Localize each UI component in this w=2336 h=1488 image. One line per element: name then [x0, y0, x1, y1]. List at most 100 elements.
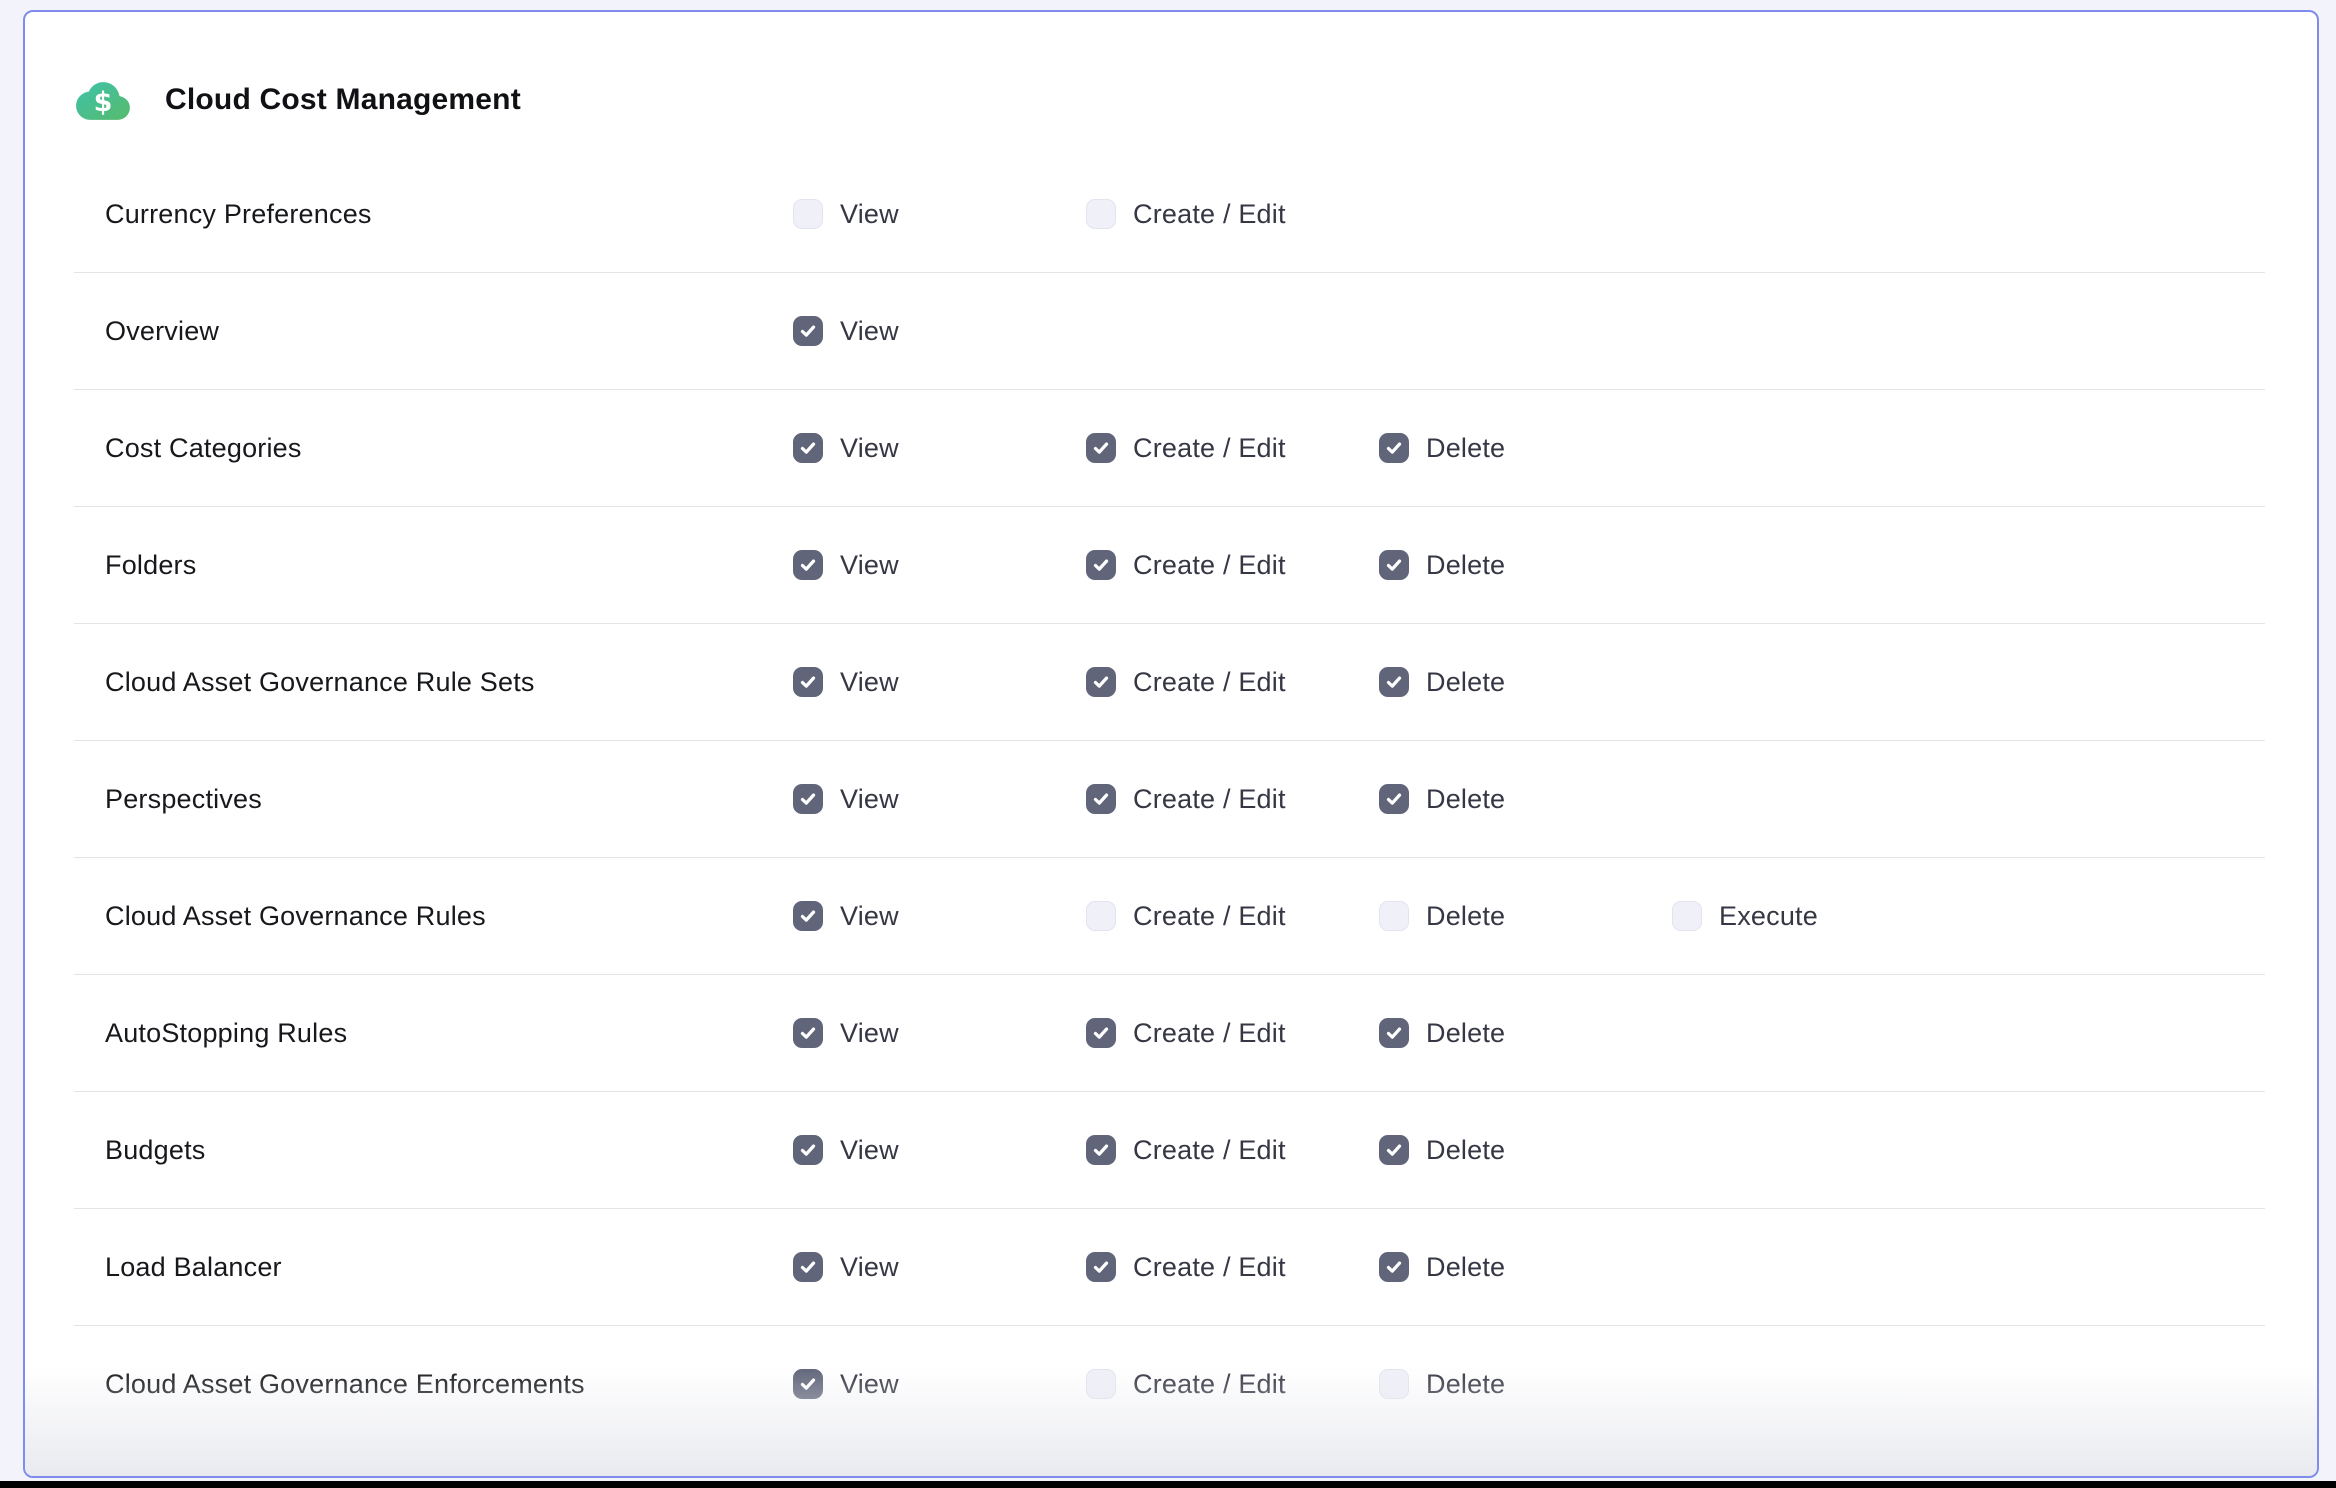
view-checkbox[interactable]: [793, 433, 823, 463]
create-edit-checkbox[interactable]: [1086, 784, 1116, 814]
view-checkbox[interactable]: [793, 199, 823, 229]
permission-label[interactable]: Create / Edit: [1133, 433, 1286, 464]
permissions-card: $ Cloud Cost Management Currency Prefere…: [23, 10, 2319, 1478]
check-icon: [798, 321, 818, 341]
resource-label: Cloud Asset Governance Rule Sets: [74, 667, 793, 698]
delete-checkbox[interactable]: [1379, 1018, 1409, 1048]
view-checkbox[interactable]: [793, 784, 823, 814]
create-edit-checkbox[interactable]: [1086, 1252, 1116, 1282]
create-edit-checkbox[interactable]: [1086, 550, 1116, 580]
permission-cell-delete: Delete: [1379, 901, 1672, 932]
create-edit-checkbox[interactable]: [1086, 1135, 1116, 1165]
resource-label: Budgets: [74, 1135, 793, 1166]
check-icon: [1091, 1140, 1111, 1160]
permission-cell-view: View: [793, 550, 1086, 581]
permission-label[interactable]: Delete: [1426, 1018, 1505, 1049]
check-icon: [1384, 555, 1404, 575]
permission-label[interactable]: Create / Edit: [1133, 1369, 1286, 1400]
check-icon: [798, 438, 818, 458]
permission-cell-create-edit: Create / Edit: [1086, 1369, 1379, 1400]
permission-label[interactable]: Create / Edit: [1133, 784, 1286, 815]
delete-checkbox[interactable]: [1379, 784, 1409, 814]
permission-label[interactable]: View: [840, 316, 899, 347]
permission-label[interactable]: View: [840, 784, 899, 815]
view-checkbox[interactable]: [793, 901, 823, 931]
check-icon: [798, 789, 818, 809]
permission-cell-view: View: [793, 316, 1086, 347]
permission-label[interactable]: Delete: [1426, 901, 1505, 932]
view-checkbox[interactable]: [793, 550, 823, 580]
check-icon: [798, 672, 818, 692]
permission-row: AutoStopping Rules View Create / Edit Dele…: [74, 975, 2265, 1092]
permission-label[interactable]: View: [840, 1135, 899, 1166]
view-checkbox[interactable]: [793, 1135, 823, 1165]
permission-label[interactable]: View: [840, 1252, 899, 1283]
check-icon: [1091, 1257, 1111, 1277]
delete-checkbox[interactable]: [1379, 901, 1409, 931]
check-icon: [1384, 1257, 1404, 1277]
permission-row: Cloud Asset Governance Rules ViewCreate …: [74, 858, 2265, 975]
permission-label[interactable]: View: [840, 550, 899, 581]
check-icon: [1384, 1140, 1404, 1160]
permission-label[interactable]: Delete: [1426, 1135, 1505, 1166]
permission-label[interactable]: View: [840, 1369, 899, 1400]
permission-cell-view: View: [793, 1252, 1086, 1283]
permission-label[interactable]: Create / Edit: [1133, 1252, 1286, 1283]
permission-label[interactable]: Delete: [1426, 433, 1505, 464]
delete-checkbox[interactable]: [1379, 433, 1409, 463]
permission-label[interactable]: View: [840, 901, 899, 932]
permission-label[interactable]: Create / Edit: [1133, 667, 1286, 698]
check-icon: [798, 1023, 818, 1043]
create-edit-checkbox[interactable]: [1086, 1369, 1116, 1399]
permission-row: Budgets View Create / Edit Delete: [74, 1092, 2265, 1209]
screen-bottom-edge: [0, 1481, 2336, 1488]
permission-label[interactable]: View: [840, 199, 899, 230]
execute-checkbox[interactable]: [1672, 901, 1702, 931]
view-checkbox[interactable]: [793, 1018, 823, 1048]
permission-cell-view: View: [793, 1369, 1086, 1400]
resource-label: AutoStopping Rules: [74, 1018, 793, 1049]
permission-label[interactable]: Delete: [1426, 550, 1505, 581]
permission-label[interactable]: Delete: [1426, 667, 1505, 698]
permission-cell-create-edit: Create / Edit: [1086, 550, 1379, 581]
permission-label[interactable]: Delete: [1426, 784, 1505, 815]
permission-label[interactable]: Create / Edit: [1133, 1018, 1286, 1049]
permission-cell-delete: Delete: [1379, 1135, 1672, 1166]
permission-cell-delete: Delete: [1379, 1018, 1672, 1049]
permission-label[interactable]: Execute: [1719, 901, 1818, 932]
permission-row: Cloud Asset Governance Enforcements View…: [74, 1326, 2265, 1442]
create-edit-checkbox[interactable]: [1086, 1018, 1116, 1048]
delete-checkbox[interactable]: [1379, 550, 1409, 580]
check-icon: [1091, 1023, 1111, 1043]
permission-cell-create-edit: Create / Edit: [1086, 901, 1379, 932]
view-checkbox[interactable]: [793, 1252, 823, 1282]
permission-label[interactable]: Delete: [1426, 1369, 1505, 1400]
view-checkbox[interactable]: [793, 316, 823, 346]
delete-checkbox[interactable]: [1379, 1252, 1409, 1282]
permission-label[interactable]: Create / Edit: [1133, 901, 1286, 932]
check-icon: [1384, 438, 1404, 458]
permission-cell-create-edit: Create / Edit: [1086, 667, 1379, 698]
permission-label[interactable]: View: [840, 667, 899, 698]
permission-row: Load Balancer ViewCreate / EditDelete: [74, 1209, 2265, 1326]
permission-label[interactable]: Create / Edit: [1133, 550, 1286, 581]
permission-label[interactable]: View: [840, 1018, 899, 1049]
create-edit-checkbox[interactable]: [1086, 667, 1116, 697]
delete-checkbox[interactable]: [1379, 667, 1409, 697]
permission-label[interactable]: View: [840, 433, 899, 464]
delete-checkbox[interactable]: [1379, 1369, 1409, 1399]
create-edit-checkbox[interactable]: [1086, 433, 1116, 463]
permission-cell-view: View: [793, 667, 1086, 698]
permission-label[interactable]: Delete: [1426, 1252, 1505, 1283]
create-edit-checkbox[interactable]: [1086, 901, 1116, 931]
permission-label[interactable]: Create / Edit: [1133, 199, 1286, 230]
delete-checkbox[interactable]: [1379, 1135, 1409, 1165]
permission-cell-create-edit: Create / Edit: [1086, 1135, 1379, 1166]
view-checkbox[interactable]: [793, 667, 823, 697]
create-edit-checkbox[interactable]: [1086, 199, 1116, 229]
permission-cell-delete: Delete: [1379, 667, 1672, 698]
check-icon: [1091, 789, 1111, 809]
permission-cell-create-edit: Create / Edit: [1086, 1252, 1379, 1283]
permission-label[interactable]: Create / Edit: [1133, 1135, 1286, 1166]
view-checkbox[interactable]: [793, 1369, 823, 1399]
